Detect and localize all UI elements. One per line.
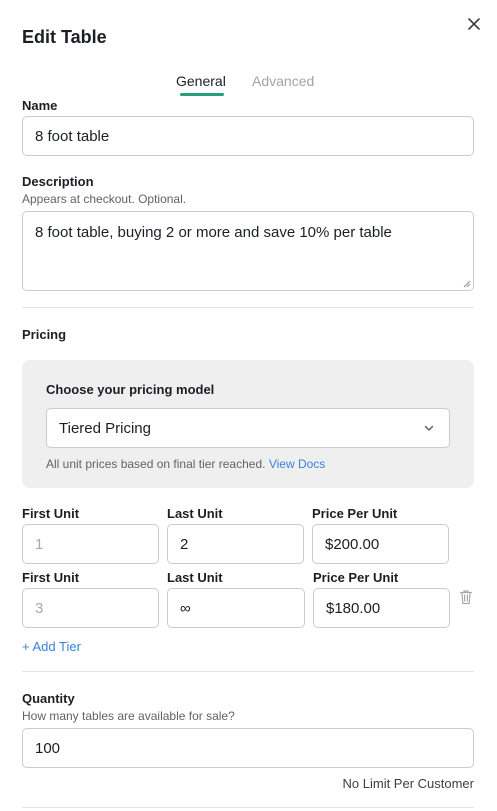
tab-advanced[interactable]: Advanced — [252, 73, 314, 89]
add-tier-button[interactable]: + Add Tier — [22, 639, 81, 654]
quantity-value: 100 — [35, 739, 61, 757]
pricing-model-value: Tiered Pricing — [59, 419, 151, 437]
per-customer-limit-text[interactable]: No Limit Per Customer — [343, 776, 474, 791]
tier-2-last-unit-input[interactable]: ∞ — [167, 588, 305, 628]
tier-1-price-value: $200.00 — [325, 535, 380, 553]
tier-2-first-unit-label: First Unit — [22, 570, 80, 585]
active-tab-indicator — [180, 93, 224, 96]
tab-bar: General Advanced — [0, 73, 497, 99]
tier-1-last-unit-input[interactable]: 2 — [167, 524, 304, 564]
divider — [22, 807, 474, 808]
divider — [22, 307, 474, 308]
pricing-heading: Pricing — [22, 327, 67, 342]
pricing-model-select[interactable]: Tiered Pricing — [46, 408, 450, 448]
description-hint: Appears at checkout. Optional. — [22, 192, 187, 206]
divider — [22, 671, 474, 672]
pricing-note-text: All unit prices based on final tier reac… — [46, 457, 266, 471]
description-value: 8 foot table, buying 2 or more and save … — [35, 224, 392, 241]
name-input-value: 8 foot table — [35, 127, 110, 145]
description-textarea[interactable]: 8 foot table, buying 2 or more and save … — [22, 211, 474, 291]
dialog-title: Edit Table — [22, 27, 107, 47]
tier-2-price-input[interactable]: $180.00 — [313, 588, 450, 628]
tier-2-first-unit-input: 3 — [22, 588, 159, 628]
quantity-input[interactable]: 100 — [22, 728, 474, 768]
tier-2-last-unit-label: Last Unit — [167, 570, 223, 585]
tier-2-price-label: Price Per Unit — [313, 570, 399, 585]
pricing-model-panel: Choose your pricing model Tiered Pricing… — [22, 360, 474, 488]
tier-1-last-unit-label: Last Unit — [167, 506, 223, 521]
tier-2-first-unit-value: 3 — [35, 599, 44, 617]
tier-1-first-unit-label: First Unit — [22, 506, 80, 521]
tier-1-price-label: Price Per Unit — [312, 506, 398, 521]
pricing-model-label: Choose your pricing model — [46, 382, 215, 397]
description-label: Description — [22, 174, 94, 189]
trash-icon[interactable] — [459, 589, 473, 605]
close-icon[interactable] — [466, 16, 482, 32]
tier-1-first-unit-input: 1 — [22, 524, 159, 564]
tab-general[interactable]: General — [176, 73, 226, 89]
chevron-down-icon — [424, 425, 434, 431]
name-label: Name — [22, 98, 58, 113]
name-input[interactable]: 8 foot table — [22, 116, 474, 156]
pricing-note: All unit prices based on final tier reac… — [46, 457, 325, 471]
tier-2-last-unit-value: ∞ — [180, 599, 191, 617]
resize-handle-icon[interactable] — [463, 280, 471, 288]
tier-1-first-unit-value: 1 — [35, 535, 44, 553]
quantity-hint: How many tables are available for sale? — [22, 709, 235, 723]
tier-1-price-input[interactable]: $200.00 — [312, 524, 449, 564]
view-docs-link[interactable]: View Docs — [269, 457, 325, 471]
tier-1-last-unit-value: 2 — [180, 535, 189, 553]
quantity-label: Quantity — [22, 691, 75, 706]
tier-2-price-value: $180.00 — [326, 599, 381, 617]
